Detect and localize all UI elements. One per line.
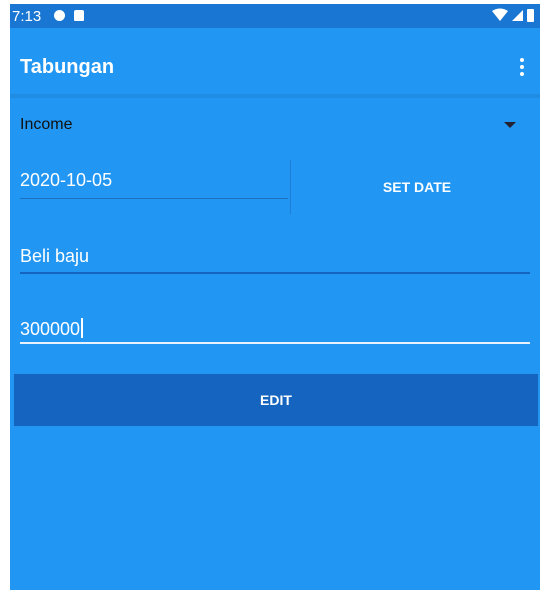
app-screen: 7:13 Tabungan Income 2020-10-05 SET DATE… [10, 4, 540, 590]
date-field[interactable]: 2020-10-05 [20, 164, 288, 199]
date-divider [290, 160, 291, 214]
signal-icon [512, 10, 523, 21]
amount-field[interactable]: 300000 [20, 310, 530, 344]
status-icons [492, 8, 534, 22]
edit-button[interactable]: EDIT [14, 374, 538, 426]
app-bar-shadow [10, 94, 540, 98]
type-spinner[interactable]: Income [10, 108, 540, 142]
more-vert-icon[interactable] [520, 58, 524, 76]
sd-card-icon [74, 10, 84, 21]
set-date-button[interactable]: SET DATE [302, 160, 532, 214]
battery-icon [527, 9, 534, 22]
description-value: Beli baju [20, 246, 90, 266]
date-value: 2020-10-05 [20, 170, 113, 190]
dropdown-arrow-icon [504, 122, 516, 128]
amount-value-wrap: 300000 [20, 318, 84, 340]
type-spinner-value: Income [20, 116, 73, 133]
status-time: 7:13 [12, 8, 42, 25]
description-field[interactable]: Beli baju [20, 240, 530, 274]
amount-value: 300000 [20, 319, 81, 339]
text-cursor [81, 318, 84, 338]
app-title: Tabungan [20, 56, 115, 78]
status-bar: 7:13 [10, 4, 540, 28]
app-bar: Tabungan [10, 28, 540, 94]
wifi-icon [492, 8, 508, 21]
circle-app-icon [54, 10, 65, 21]
